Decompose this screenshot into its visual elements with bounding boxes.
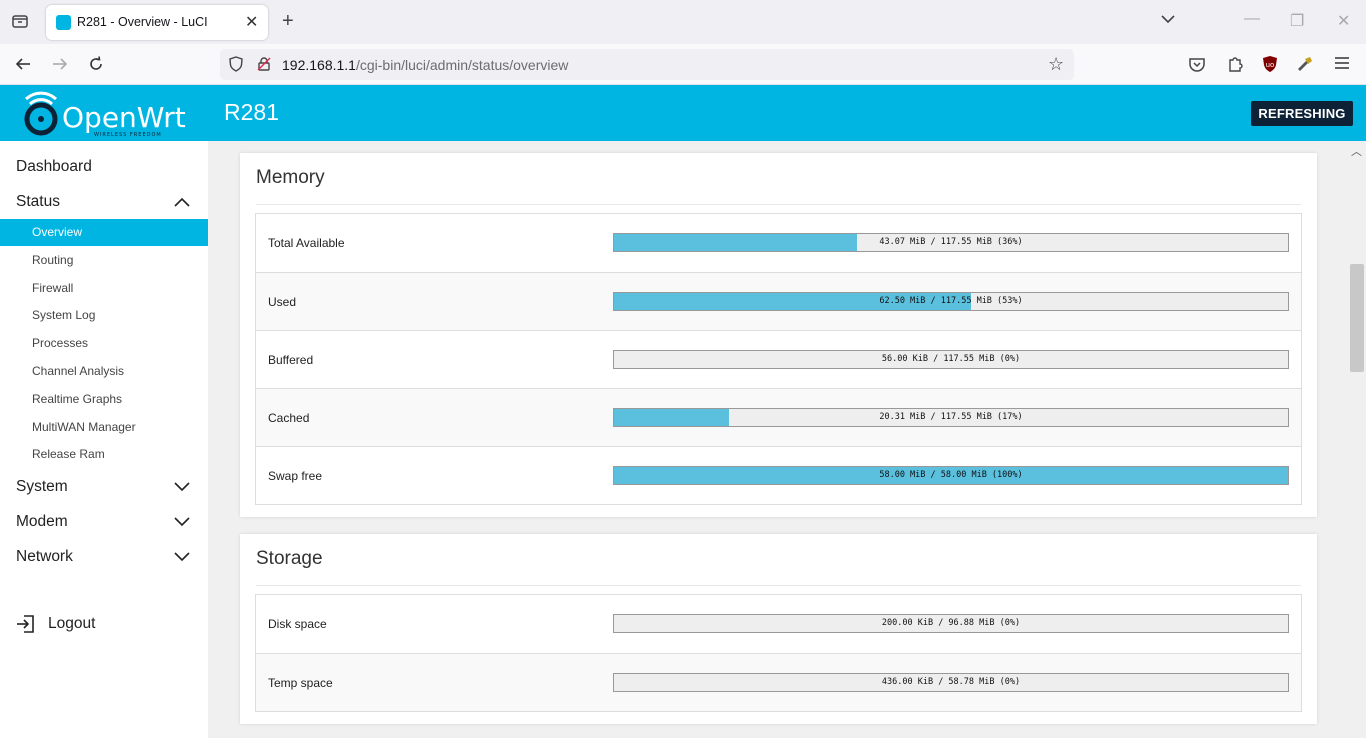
scroll-up-icon[interactable]: ︿ [1351, 143, 1362, 159]
menu-network[interactable]: Network [16, 548, 73, 566]
progress-bar: 56.00 KiB / 117.55 MiB (0%) [613, 350, 1289, 369]
chevron-up-icon[interactable] [174, 197, 190, 207]
table-row: Disk space 200.00 KiB / 96.88 MiB (0%) [256, 595, 1301, 653]
progress-bar: 20.31 MiB / 117.55 MiB (17%) [613, 408, 1289, 427]
tab-title: R281 - Overview - LuCI [77, 15, 208, 29]
sidebar-item-overview[interactable]: Overview [0, 219, 208, 246]
row-label: Cached [268, 411, 310, 425]
menu-status[interactable]: Status [16, 193, 60, 211]
address-bar[interactable]: 192.168.1.1/cgi-bin/luci/admin/status/ov… [220, 49, 1074, 80]
row-label: Buffered [268, 353, 314, 367]
divider [256, 585, 1301, 586]
sidebar-item-realtime-graphs[interactable]: Realtime Graphs [0, 386, 208, 413]
pocket-icon[interactable] [1188, 55, 1206, 78]
progress-text: 43.07 MiB / 117.55 MiB (36%) [879, 237, 1023, 247]
menu-dashboard[interactable]: Dashboard [16, 158, 92, 176]
table-row: Swap free 58.00 MiB / 58.00 MiB (100%) [256, 446, 1301, 504]
app-header: OpenWrt WIRELESS FREEDOM R281 REFRESHING [0, 85, 1366, 141]
logout-label: Logout [48, 615, 96, 632]
row-label: Swap free [268, 469, 323, 483]
luci-favicon-icon [56, 15, 71, 30]
sidebar-item-system-log[interactable]: System Log [0, 302, 208, 329]
logout-icon [17, 615, 34, 633]
chevron-down-icon[interactable] [1160, 12, 1176, 30]
browser-tab-bar: R281 - Overview - LuCI ✕ + — ❐ ✕ [0, 0, 1366, 44]
url-path: /cgi-bin/luci/admin/status/overview [355, 57, 569, 73]
sidebar-item-processes[interactable]: Processes [0, 330, 208, 357]
row-label: Used [268, 295, 297, 309]
progress-text: 20.31 MiB / 117.55 MiB (17%) [879, 412, 1023, 422]
url-host: 192.168.1.1 [282, 57, 356, 73]
bookmark-star-icon[interactable]: ☆ [1048, 54, 1064, 75]
progress-text: 436.00 KiB / 58.78 MiB (0%) [881, 677, 1021, 687]
sidebar-item-multiwan-manager[interactable]: MultiWAN Manager [0, 414, 208, 441]
logo-tagline: WIRELESS FREEDOM [94, 132, 162, 138]
shield-icon[interactable] [228, 56, 244, 77]
device-hostname[interactable]: R281 [224, 99, 279, 126]
sidebar-item-firewall[interactable]: Firewall [0, 275, 208, 302]
memory-table: Total Available 43.07 MiB / 117.55 MiB (… [255, 213, 1302, 505]
openwrt-logo[interactable]: OpenWrt WIRELESS FREEDOM [22, 89, 192, 139]
extension-tool-icon[interactable] [1296, 55, 1314, 78]
sidebar-item-release-ram[interactable]: Release Ram [0, 441, 208, 468]
row-label: Temp space [268, 676, 333, 690]
table-row: Total Available 43.07 MiB / 117.55 MiB (… [256, 214, 1301, 272]
storage-table: Disk space 200.00 KiB / 96.88 MiB (0%) T… [255, 594, 1302, 712]
table-row: Temp space 436.00 KiB / 58.78 MiB (0%) [256, 653, 1301, 711]
scroll-thumb[interactable] [1350, 264, 1364, 372]
progress-text: 56.00 KiB / 117.55 MiB (0%) [881, 354, 1021, 364]
svg-text:uo: uo [1266, 61, 1275, 69]
storage-title: Storage [256, 548, 323, 569]
page-scrollbar[interactable]: ︿ [1348, 141, 1366, 738]
menu-modem[interactable]: Modem [16, 513, 68, 531]
progress-text: 62.50 MiB / 117.55 MiB (53%) [879, 296, 1023, 306]
row-label: Disk space [268, 617, 327, 631]
progress-text: 200.00 KiB / 96.88 MiB (0%) [881, 618, 1021, 628]
browser-nav-bar: 192.168.1.1/cgi-bin/luci/admin/status/ov… [0, 44, 1366, 85]
chevron-down-icon[interactable] [174, 482, 190, 492]
insecure-lock-icon[interactable] [256, 56, 272, 77]
browser-tab[interactable]: R281 - Overview - LuCI ✕ [46, 5, 268, 40]
forward-arrow-icon[interactable] [51, 55, 69, 78]
restore-icon[interactable]: ❐ [1290, 11, 1304, 31]
minimize-icon[interactable]: — [1244, 10, 1260, 28]
menu-system[interactable]: System [16, 478, 68, 496]
chevron-down-icon[interactable] [174, 552, 190, 562]
sidebar-item-routing[interactable]: Routing [0, 247, 208, 274]
memory-title: Memory [256, 167, 325, 188]
table-row: Buffered 56.00 KiB / 117.55 MiB (0%) [256, 330, 1301, 388]
table-row: Used 62.50 MiB / 117.55 MiB (53%) [256, 272, 1301, 330]
sidebar: Dashboard Status Overview Routing Firewa… [0, 141, 208, 738]
close-tab-icon[interactable]: ✕ [245, 12, 258, 32]
progress-bar: 43.07 MiB / 117.55 MiB (36%) [613, 233, 1289, 252]
extensions-icon[interactable] [1226, 55, 1244, 78]
divider [256, 204, 1301, 205]
chevron-down-icon[interactable] [174, 517, 190, 527]
progress-bar: 436.00 KiB / 58.78 MiB (0%) [613, 673, 1289, 692]
sidebar-item-channel-analysis[interactable]: Channel Analysis [0, 358, 208, 385]
progress-bar: 200.00 KiB / 96.88 MiB (0%) [613, 614, 1289, 633]
ublock-icon[interactable]: uo [1261, 55, 1279, 78]
new-tab-icon[interactable]: + [282, 10, 294, 33]
memory-card: Memory Total Available 43.07 MiB / 117.5… [240, 153, 1317, 517]
logo-wordmark: OpenWrt [62, 101, 186, 134]
url-text[interactable]: 192.168.1.1/cgi-bin/luci/admin/status/ov… [282, 57, 568, 73]
table-row: Cached 20.31 MiB / 117.55 MiB (17%) [256, 388, 1301, 446]
window-close-icon[interactable]: ✕ [1337, 11, 1350, 31]
reload-icon[interactable] [87, 55, 105, 78]
progress-bar: 58.00 MiB / 58.00 MiB (100%) [613, 466, 1289, 485]
progress-bar: 62.50 MiB / 117.55 MiB (53%) [613, 292, 1289, 311]
tab-list-icon[interactable] [11, 12, 29, 35]
back-arrow-icon[interactable] [14, 55, 32, 78]
hamburger-menu-icon[interactable] [1334, 55, 1350, 76]
main-content: Memory Total Available 43.07 MiB / 117.5… [208, 141, 1348, 738]
row-label: Total Available [268, 236, 345, 250]
progress-text: 58.00 MiB / 58.00 MiB (100%) [879, 470, 1023, 480]
refreshing-badge[interactable]: REFRESHING [1251, 101, 1353, 126]
storage-card: Storage Disk space 200.00 KiB / 96.88 Mi… [240, 534, 1317, 724]
